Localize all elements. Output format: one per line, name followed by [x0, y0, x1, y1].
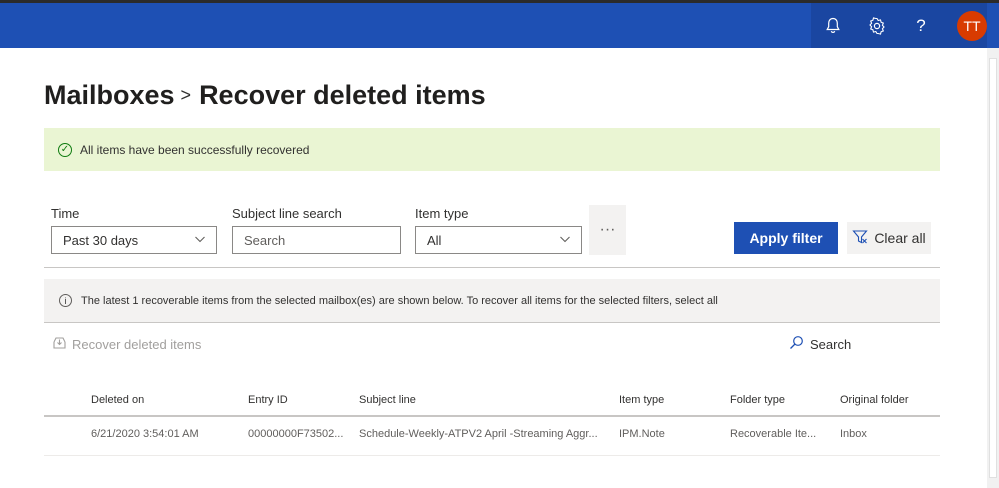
info-icon: i: [59, 294, 72, 307]
breadcrumb-separator-icon: >: [180, 85, 192, 105]
more-filters-button[interactable]: ···: [589, 205, 626, 255]
clear-all-label: Clear all: [874, 230, 926, 246]
column-header-folder-type[interactable]: Folder type: [730, 394, 785, 406]
cell-deleted-on: 6/21/2020 3:54:01 AM: [91, 428, 199, 440]
success-message: All items have been successfully recover…: [80, 142, 310, 157]
recover-label: Recover deleted items: [72, 336, 202, 352]
scrollbar-thumb[interactable]: [989, 58, 997, 478]
column-header-entry-id[interactable]: Entry ID: [248, 394, 288, 406]
column-header-original-folder[interactable]: Original folder: [840, 394, 908, 406]
gear-icon[interactable]: [855, 3, 899, 48]
info-message: The latest 1 recoverable items from the …: [81, 294, 718, 307]
success-banner: ✓ All items have been successfully recov…: [44, 128, 940, 171]
column-header-deleted-on[interactable]: Deleted on: [91, 394, 144, 406]
table-search-button[interactable]: Search: [789, 335, 851, 353]
column-header-subject-line[interactable]: Subject line: [359, 394, 416, 406]
column-header-item-type[interactable]: Item type: [619, 394, 664, 406]
recover-icon: [52, 335, 67, 353]
time-label: Time: [51, 206, 80, 221]
chevron-down-icon: [559, 233, 571, 248]
success-check-icon: ✓: [58, 142, 72, 157]
item-type-value: All: [427, 232, 442, 248]
cell-item-type: IPM.Note: [619, 428, 665, 440]
table-header-divider: [44, 415, 940, 417]
page-title: Recover deleted items: [199, 80, 486, 110]
cell-subject-line: Schedule-Weekly-ATPV2 April -Streaming A…: [359, 428, 598, 440]
subject-search-label: Subject line search: [232, 206, 342, 221]
top-bar: ? TT: [0, 0, 999, 48]
chevron-down-icon: [194, 233, 206, 248]
bell-icon[interactable]: [811, 3, 855, 48]
info-bar: i The latest 1 recoverable items from th…: [44, 279, 940, 323]
cell-folder-type: Recoverable Ite...: [730, 428, 817, 440]
divider: [44, 267, 940, 268]
avatar[interactable]: TT: [957, 11, 987, 41]
clear-filter-icon: [852, 229, 868, 248]
subject-search-placeholder: Search: [244, 232, 286, 248]
apply-filter-button[interactable]: Apply filter: [734, 222, 838, 254]
clear-all-button[interactable]: Clear all: [847, 222, 931, 254]
breadcrumb: Mailboxes > Recover deleted items: [44, 80, 486, 111]
row-divider: [44, 455, 940, 456]
cell-entry-id: 00000000F73502...: [248, 428, 344, 440]
item-type-dropdown[interactable]: All: [415, 226, 582, 254]
recover-deleted-items-button[interactable]: Recover deleted items: [52, 335, 201, 353]
time-value: Past 30 days: [63, 232, 139, 248]
breadcrumb-parent[interactable]: Mailboxes: [44, 80, 175, 111]
subject-search-input[interactable]: Search: [232, 226, 401, 254]
top-bar-actions: ? TT: [811, 3, 987, 48]
search-icon: [789, 335, 804, 353]
search-label: Search: [810, 336, 852, 352]
time-dropdown[interactable]: Past 30 days: [51, 226, 217, 254]
item-type-label: Item type: [415, 206, 469, 221]
help-icon[interactable]: ?: [899, 3, 943, 48]
scrollbar[interactable]: [987, 48, 999, 488]
cell-original-folder: Inbox: [840, 428, 867, 440]
